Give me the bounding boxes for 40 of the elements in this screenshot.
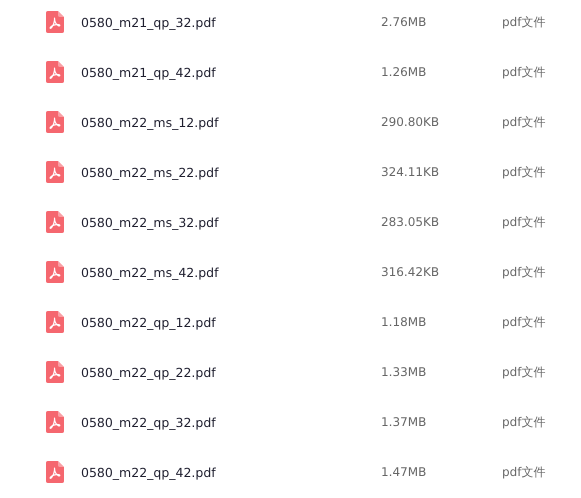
file-name[interactable]: 0580_m22_qp_12.pdf (81, 314, 381, 330)
file-type: pdf文件 (502, 114, 546, 130)
file-type: pdf文件 (502, 164, 546, 180)
file-size: 283.05KB (381, 215, 440, 229)
file-type: pdf文件 (502, 214, 546, 230)
pdf-file-icon (46, 161, 64, 183)
pdf-file-icon (46, 411, 64, 433)
pdf-file-icon (46, 461, 64, 483)
file-type: pdf文件 (502, 364, 546, 380)
pdf-file-icon (46, 11, 64, 33)
pdf-file-icon (46, 211, 64, 233)
pdf-file-icon (46, 61, 64, 83)
file-type: pdf文件 (502, 414, 546, 430)
file-name[interactable]: 0580_m22_ms_22.pdf (81, 164, 381, 180)
file-name[interactable]: 0580_m22_ms_32.pdf (81, 214, 381, 230)
pdf-file-icon (46, 311, 64, 333)
file-size: 1.47MB (381, 465, 428, 479)
file-size: 2.76MB (381, 15, 428, 29)
file-size: 290.80KB (381, 115, 440, 129)
file-type: pdf文件 (502, 264, 546, 280)
file-size: 1.37MB (381, 415, 428, 429)
pdf-file-icon (46, 111, 64, 133)
file-name[interactable]: 0580_m21_qp_42.pdf (81, 64, 381, 80)
file-type: pdf文件 (502, 314, 546, 330)
file-size: 324.11KB (381, 165, 440, 179)
file-name[interactable]: 0580_m21_qp_32.pdf (81, 14, 381, 30)
file-size: 316.42KB (381, 265, 440, 279)
file-name[interactable]: 0580_m22_ms_12.pdf (81, 114, 381, 130)
file-type: pdf文件 (502, 14, 546, 30)
file-type: pdf文件 (502, 64, 546, 80)
pdf-file-icon (46, 361, 64, 383)
file-name[interactable]: 0580_m22_qp_42.pdf (81, 464, 381, 480)
file-size: 1.33MB (381, 365, 428, 379)
file-name[interactable]: 0580_m22_qp_32.pdf (81, 414, 381, 430)
file-name[interactable]: 0580_m22_ms_42.pdf (81, 264, 381, 280)
file-type: pdf文件 (502, 464, 546, 480)
file-name[interactable]: 0580_m22_qp_22.pdf (81, 364, 381, 380)
pdf-file-icon (46, 261, 64, 283)
file-size: 1.26MB (381, 65, 428, 79)
file-size: 1.18MB (381, 315, 428, 329)
